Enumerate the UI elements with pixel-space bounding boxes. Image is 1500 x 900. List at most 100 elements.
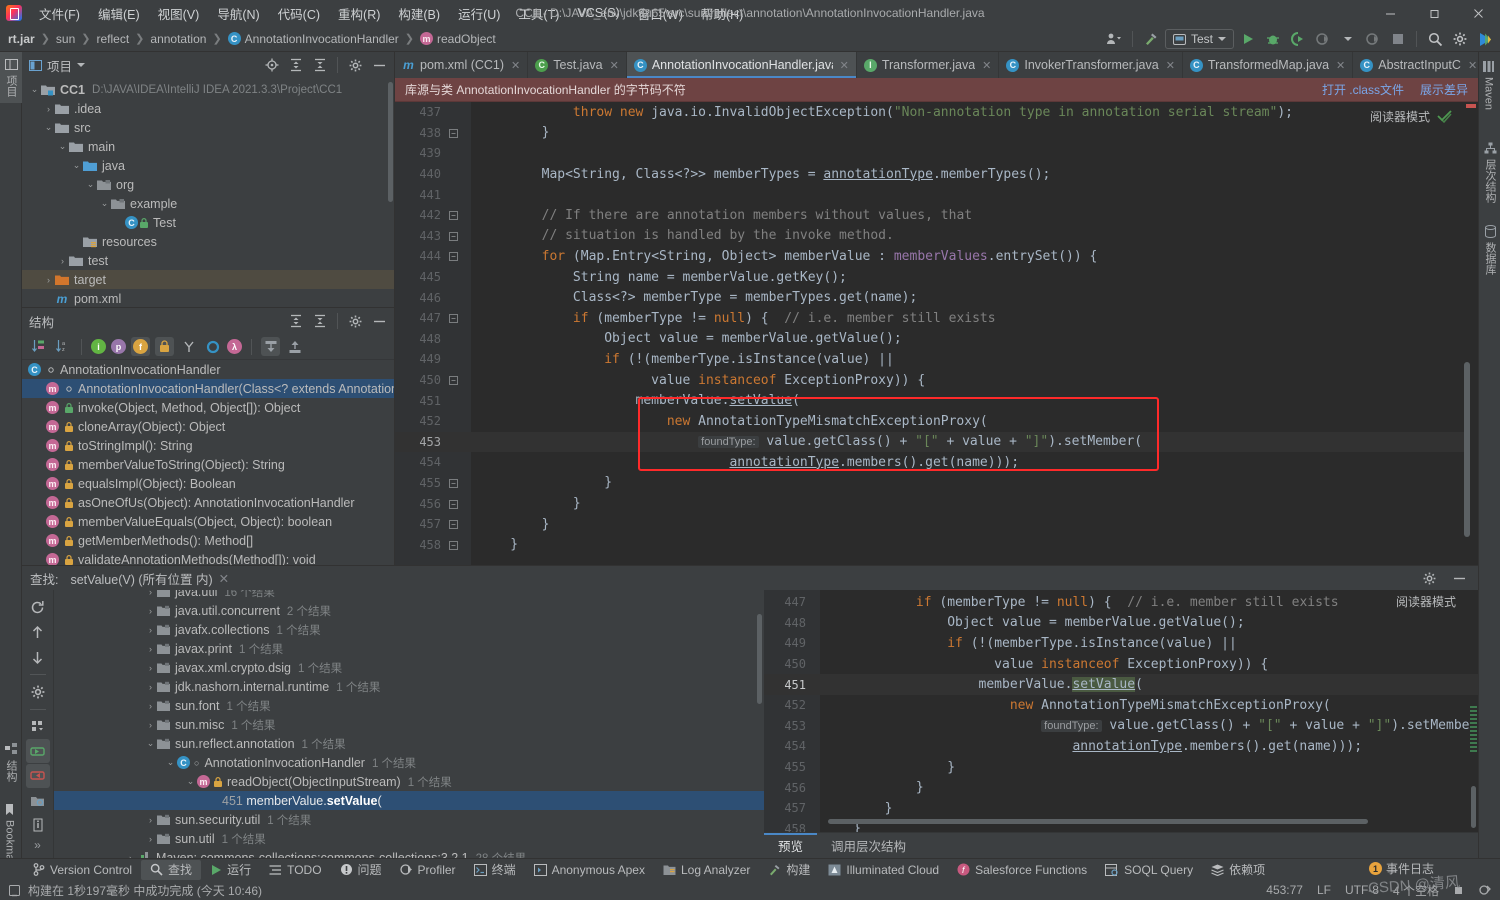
menu-item-0[interactable]: 文件(F): [30, 1, 89, 26]
editor-tab-4[interactable]: C InvokerTransformer.java ✕: [999, 52, 1183, 78]
show-interfaces-icon[interactable]: [203, 337, 222, 356]
settings-sync-icon[interactable]: [1103, 29, 1125, 50]
preview-tab-0[interactable]: 预览: [764, 832, 818, 859]
code-line[interactable]: 454 annotationType.members().get(name)))…: [395, 452, 1478, 473]
build-hammer-icon[interactable]: [1140, 29, 1162, 50]
bottom-tool-version-control[interactable]: Version Control: [24, 860, 141, 880]
breadcrumb-item-3[interactable]: annotation: [150, 32, 206, 46]
find-results-tree[interactable]: › java.util 16 个结果 › java.util.concurrent 2 个…: [54, 590, 764, 858]
structure-row[interactable]: m memberValueToString(Object): String: [22, 455, 394, 474]
find-result-row[interactable]: › javafx.collections 1 个结果: [54, 620, 764, 639]
structure-row[interactable]: m getMemberMethods(): Method[]: [22, 531, 394, 550]
structure-row[interactable]: m equalsImpl(Object): Boolean: [22, 474, 394, 493]
project-tree-node[interactable]: ⌄ org: [22, 175, 394, 194]
bottom-tool-window-bar[interactable]: Version Control 查找 运行 TODO 问题 Profiler 终端 Anony…: [0, 858, 1500, 880]
close-tab-icon[interactable]: ✕: [610, 59, 619, 72]
fold-marker[interactable]: [449, 540, 471, 550]
chevron-down-icon[interactable]: ⌄: [70, 159, 83, 172]
structure-row[interactable]: m toStringImpl(): String: [22, 436, 394, 455]
maximize-button[interactable]: [1412, 0, 1456, 26]
find-result-row[interactable]: › javax.print 1 个结果: [54, 639, 764, 658]
find-result-row[interactable]: › sun.util 1 个结果: [54, 829, 764, 848]
project-tree-node[interactable]: ⌄ main: [22, 137, 394, 156]
find-result-row[interactable]: › jdk.nashorn.internal.runtime 1 个结果: [54, 677, 764, 696]
chevron-down-icon[interactable]: ⌄: [28, 83, 41, 96]
breadcrumb[interactable]: rt.jar ❯ sun ❯ reflect ❯ annotation ❯ C Annotatio…: [8, 32, 496, 46]
ide-notifications-icon[interactable]: [1478, 883, 1492, 897]
editor-scrollbar[interactable]: [1464, 362, 1470, 537]
bottom-tool-log-analyzer[interactable]: Log Analyzer: [654, 860, 759, 880]
fold-marker[interactable]: [449, 375, 471, 386]
project-tree-node[interactable]: › test: [22, 251, 394, 270]
chevron-right-icon[interactable]: ›: [144, 680, 157, 693]
chevron-down-icon[interactable]: [1337, 29, 1359, 50]
chevron-right-icon[interactable]: ›: [144, 642, 157, 655]
bottom-tool-运行[interactable]: 运行: [201, 860, 260, 880]
breadcrumb-item-0[interactable]: rt.jar: [8, 32, 35, 46]
chevron-right-icon[interactable]: ›: [144, 832, 157, 845]
chevron-right-icon[interactable]: ›: [144, 590, 157, 598]
help-info-icon[interactable]: [26, 813, 50, 837]
read-only-toggle[interactable]: [1453, 885, 1464, 896]
bottom-tool-todo[interactable]: TODO: [260, 860, 330, 880]
editor-tab-bar[interactable]: m pom.xml (CC1) ✕ C Test.java ✕ C AnnotationInv…: [395, 52, 1478, 78]
code-line[interactable]: 439: [395, 143, 1478, 164]
find-query-tab[interactable]: setValue(V) (所有位置 内) ✕: [70, 569, 229, 588]
code-lines[interactable]: 437 throw new java.io.InvalidObjectExcep…: [395, 102, 1478, 565]
menu-item-4[interactable]: 代码(C): [269, 1, 329, 26]
code-line[interactable]: 443 // situation is handled by the invok…: [395, 226, 1478, 247]
close-button[interactable]: [1456, 0, 1500, 26]
autoscroll-to-source-icon[interactable]: [285, 337, 304, 356]
hide-panel-icon[interactable]: [1448, 568, 1470, 589]
bottom-tool-构建[interactable]: 构建: [759, 860, 819, 880]
code-line[interactable]: 442 // If there are annotation members w…: [395, 205, 1478, 226]
bottom-tool-soql-query[interactable]: SOQL Query: [1096, 860, 1202, 880]
show-properties-icon[interactable]: p: [111, 339, 126, 354]
project-tree-node[interactable]: C Test: [22, 213, 394, 232]
code-editor[interactable]: 437 throw new java.io.InvalidObjectExcep…: [395, 102, 1478, 565]
sidebar-item-structure[interactable]: 结构: [0, 737, 22, 788]
expand-all-results-icon[interactable]: [25, 739, 50, 763]
code-line[interactable]: 438 }: [395, 123, 1478, 144]
project-tree[interactable]: ⌄ CC1 D:\JAVA\IDEA\IntelliJ IDEA 2021.3.3\…: [22, 78, 394, 307]
run-with-coverage-button[interactable]: [1287, 29, 1309, 50]
bottom-tool-查找[interactable]: 查找: [141, 859, 202, 880]
find-result-row[interactable]: › java.util.concurrent 2 个结果: [54, 601, 764, 620]
menu-item-1[interactable]: 编辑(E): [89, 1, 149, 26]
structure-row[interactable]: m cloneArray(Object): Object: [22, 417, 394, 436]
chevron-right-icon[interactable]: ›: [56, 254, 69, 267]
close-tab-icon[interactable]: ✕: [511, 59, 520, 72]
expand-all-icon[interactable]: [285, 311, 307, 332]
structure-row[interactable]: m asOneOfUs(Object): AnnotationInvocation…: [22, 493, 394, 512]
close-tab-icon[interactable]: ✕: [1468, 59, 1477, 72]
gear-icon[interactable]: [1418, 568, 1440, 589]
minimize-button[interactable]: [1368, 0, 1412, 26]
structure-row[interactable]: m memberValueEquals(Object, Object): bool…: [22, 512, 394, 531]
menu-bar[interactable]: 文件(F) 编辑(E) 视图(V) 导航(N) 代码(C) 重构(R) 构建(B) 运行(U)…: [30, 1, 752, 26]
autoscroll-from-source-icon[interactable]: [261, 337, 280, 356]
show-diff-link[interactable]: 展示差异: [1420, 81, 1468, 98]
code-line[interactable]: 447 if (memberType != null) { // i.e. me…: [395, 308, 1478, 329]
group-by-icon[interactable]: [26, 715, 50, 739]
code-line[interactable]: 456 }: [395, 493, 1478, 514]
fold-marker[interactable]: [449, 478, 471, 488]
reader-mode-badge[interactable]: 阅读器模式: [1370, 108, 1452, 125]
find-result-row[interactable]: 451 memberValue.setValue(: [54, 791, 764, 810]
structure-tree[interactable]: C AnnotationInvocationHandler m AnnotationI…: [22, 360, 394, 566]
rerun-search-icon[interactable]: [26, 596, 50, 620]
chevron-down-icon[interactable]: ⌄: [144, 737, 157, 750]
show-inherited-icon[interactable]: i: [91, 339, 106, 354]
hide-panel-icon[interactable]: [368, 55, 390, 76]
caret-position[interactable]: 453:77: [1266, 883, 1303, 897]
code-line[interactable]: 457 }: [395, 514, 1478, 535]
more-actions-icon[interactable]: »: [34, 838, 41, 858]
preview-tab-1[interactable]: 调用层次结构: [817, 833, 920, 859]
code-line[interactable]: 451 memberValue.setValue(: [395, 390, 1478, 411]
structure-row[interactable]: m invoke(Object, Method, Object[]): Objec…: [22, 398, 394, 417]
editor-tab-1[interactable]: C Test.java ✕: [528, 52, 627, 78]
settings-gear-icon[interactable]: [26, 680, 50, 704]
find-result-row[interactable]: › Maven: commons-collections:commons-coll…: [54, 848, 764, 858]
menu-item-3[interactable]: 导航(N): [208, 1, 268, 26]
chevron-right-icon[interactable]: ›: [42, 273, 55, 286]
select-opened-file-icon[interactable]: [261, 55, 283, 76]
